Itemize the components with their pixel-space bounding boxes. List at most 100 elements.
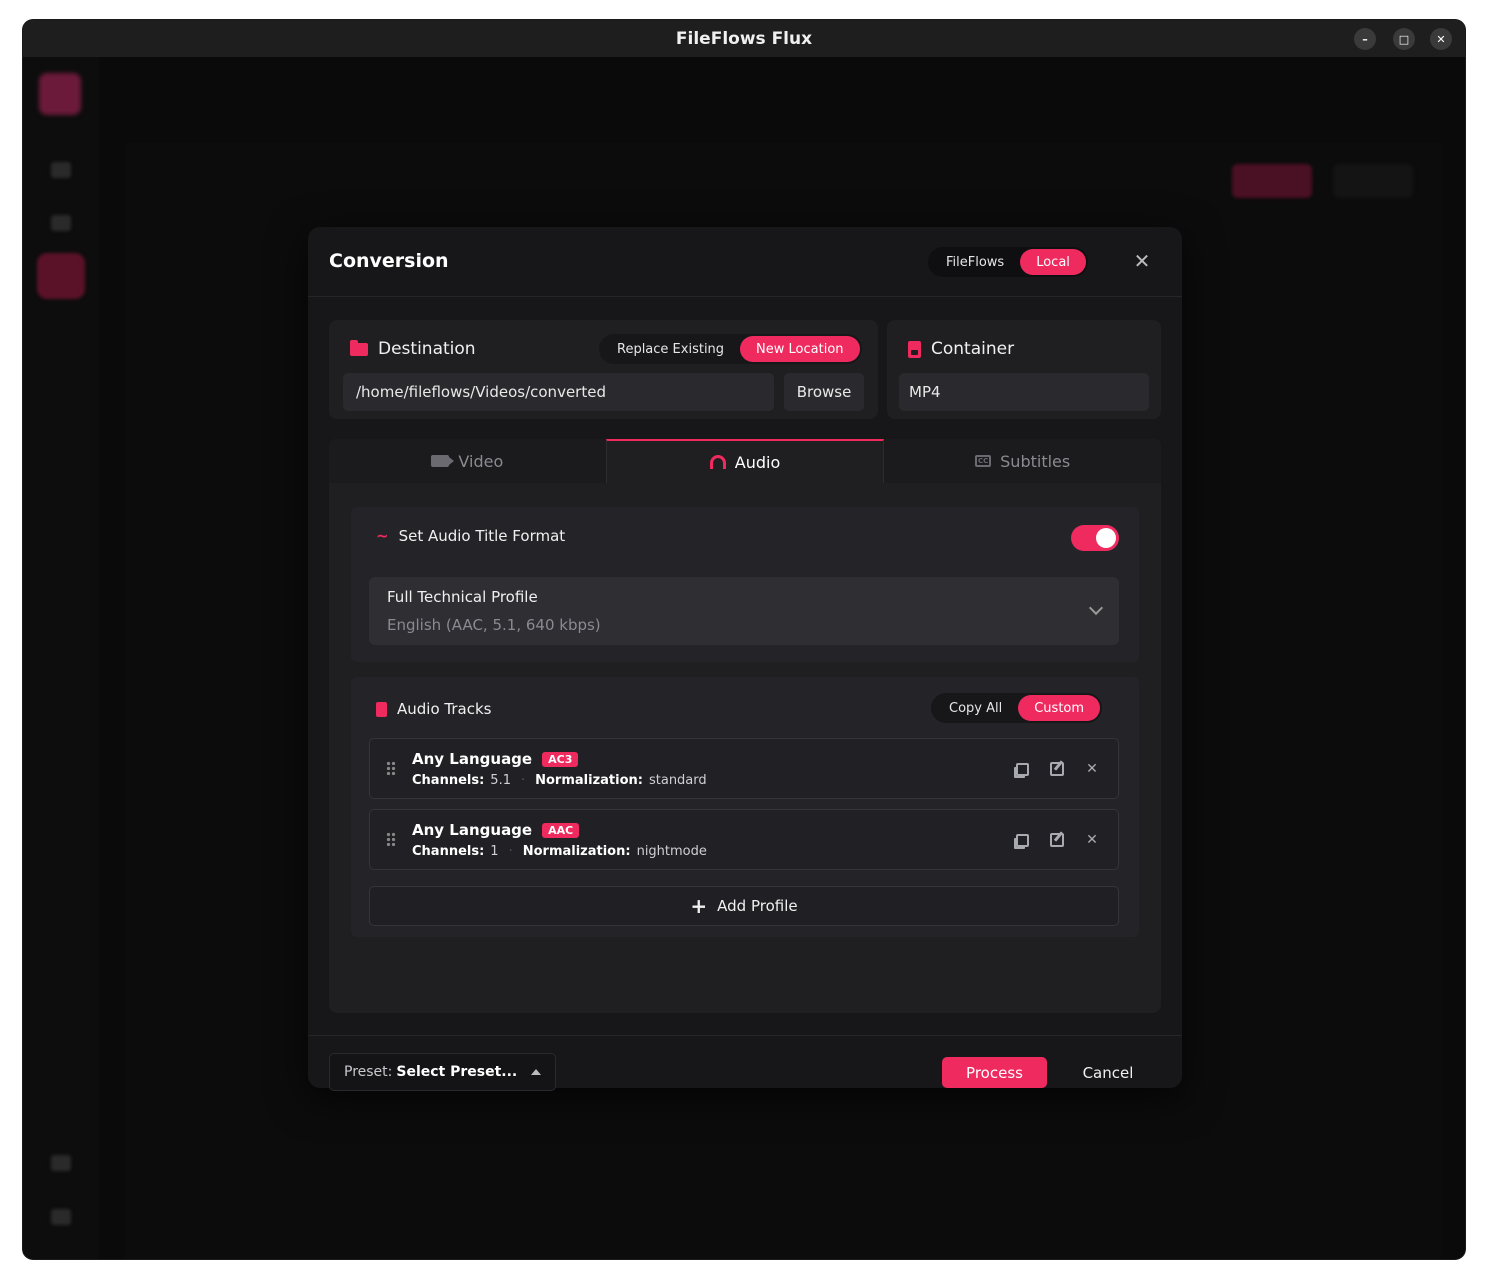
tab-bar: Video Audio CC Subtitles: [329, 439, 1161, 483]
window-title: FileFlows Flux: [675, 28, 813, 49]
browse-button[interactable]: Browse: [784, 373, 864, 411]
preset-value: Select Preset...: [396, 1064, 518, 1080]
container-header: Container: [908, 339, 1014, 359]
background-nav-icon: [51, 162, 71, 178]
destination-path-input[interactable]: /home/fileflows/Videos/converted: [343, 373, 774, 411]
title-bar: FileFlows Flux – □ ✕: [23, 20, 1465, 57]
plus-icon: +: [690, 894, 708, 918]
tab-video[interactable]: Video: [329, 439, 606, 483]
close-icon[interactable]: ✕: [1131, 249, 1153, 273]
background-add-button: [1232, 164, 1312, 198]
channels-label: Channels:: [412, 844, 485, 859]
custom-option[interactable]: Custom: [1018, 695, 1101, 721]
dialog-footer: Preset: Select Preset... Process Cancel: [308, 1035, 1182, 1091]
container-select[interactable]: MP4: [899, 373, 1149, 411]
add-profile-button[interactable]: + Add Profile: [369, 886, 1119, 926]
tracks-mode-toggle: Copy All Custom: [931, 693, 1103, 723]
channels-value: 5.1: [490, 773, 511, 788]
new-location-option[interactable]: New Location: [740, 336, 860, 362]
separator: ·: [520, 773, 526, 788]
channels-value: 1: [490, 844, 499, 859]
background-cancel-button: [1333, 164, 1413, 198]
normalization-value: nightmode: [636, 844, 707, 859]
process-button[interactable]: Process: [942, 1057, 1047, 1088]
tab-audio[interactable]: Audio: [605, 439, 885, 483]
duplicate-icon[interactable]: [1013, 760, 1031, 778]
title-format-profile: Full Technical Profile: [387, 588, 538, 606]
track-language: Any Language: [412, 750, 533, 768]
separator: ·: [508, 844, 513, 859]
headphones-icon: [709, 455, 726, 469]
cancel-button[interactable]: Cancel: [1068, 1057, 1148, 1088]
caret-up-icon: [531, 1069, 542, 1075]
container-label: Container: [931, 339, 1015, 359]
track-meta: Channels: 1 · Normalization: nightmode: [412, 844, 707, 859]
tab-video-label: Video: [458, 451, 504, 471]
title-format-section: ~ Set Audio Title Format Full Technical …: [351, 507, 1139, 662]
track-language: Any Language: [412, 821, 533, 839]
conversion-dialog: Conversion FileFlows Local ✕ Destination…: [308, 227, 1182, 1091]
app-window: FileFlows Flux – □ ✕ Conversion FileFlow…: [23, 20, 1465, 1259]
background-nav-icon: [51, 1155, 71, 1171]
title-format-header: ~ Set Audio Title Format: [376, 527, 565, 545]
background-nav-icon: [37, 253, 85, 299]
background-sidebar: [23, 57, 99, 1259]
tab-subtitles-label: Subtitles: [1000, 451, 1071, 471]
audio-tab-panel: ~ Set Audio Title Format Full Technical …: [329, 483, 1161, 1013]
dialog-title: Conversion: [329, 250, 449, 272]
audio-tracks-label: Audio Tracks: [397, 700, 492, 718]
mode-local[interactable]: Local: [1020, 249, 1086, 275]
edit-icon[interactable]: [1048, 760, 1066, 778]
destination-label: Destination: [378, 339, 476, 359]
normalization-label: Normalization:: [535, 773, 643, 788]
add-profile-label: Add Profile: [717, 897, 798, 915]
signature-icon: ~: [376, 527, 389, 545]
background-nav-icon: [51, 215, 71, 231]
video-camera-icon: [431, 455, 455, 467]
destination-header: Destination: [350, 339, 476, 359]
copy-all-option[interactable]: Copy All: [933, 695, 1018, 721]
destination-toggle: Replace Existing New Location: [599, 334, 862, 364]
file-icon: [908, 340, 921, 358]
tab-subtitles[interactable]: CC Subtitles: [884, 439, 1161, 483]
drag-handle-icon[interactable]: [386, 761, 396, 775]
container-card: Container MP4: [887, 320, 1161, 419]
list-item[interactable]: Any Language AC3 Channels: 5.1 · Normali…: [369, 738, 1119, 799]
closed-captions-icon: CC: [975, 455, 992, 467]
preset-label: Preset:: [344, 1064, 393, 1080]
chevron-down-icon: [1088, 600, 1104, 616]
list-item[interactable]: Any Language AAC Channels: 1 · Normaliza…: [369, 809, 1119, 870]
replace-existing-option[interactable]: Replace Existing: [601, 336, 740, 362]
codec-badge: AAC: [542, 822, 580, 838]
toggle-knob: [1096, 528, 1116, 548]
title-format-select[interactable]: Full Technical Profile English (AAC, 5.1…: [369, 577, 1119, 645]
background-nav-icon: [51, 1209, 71, 1225]
delete-icon[interactable]: ✕: [1083, 760, 1101, 778]
duplicate-icon[interactable]: [1013, 831, 1031, 849]
minimize-button[interactable]: –: [1354, 28, 1376, 50]
track-meta: Channels: 5.1 · Normalization: standard: [412, 773, 707, 788]
audio-file-icon: [376, 701, 387, 717]
codec-badge: AC3: [542, 751, 579, 767]
mode-toggle: FileFlows Local: [928, 247, 1088, 277]
title-format-preview: English (AAC, 5.1, 640 kbps): [387, 616, 601, 634]
normalization-value: standard: [648, 773, 707, 788]
app-logo: [39, 73, 81, 115]
mode-fileflows[interactable]: FileFlows: [930, 249, 1020, 275]
track-title: Any Language AC3: [412, 750, 579, 768]
delete-icon[interactable]: ✕: [1083, 831, 1101, 849]
title-format-toggle[interactable]: [1071, 525, 1119, 551]
dialog-header: Conversion FileFlows Local ✕: [308, 227, 1182, 297]
drag-handle-icon[interactable]: [386, 832, 396, 846]
audio-tracks-header: Audio Tracks: [376, 700, 491, 718]
edit-icon[interactable]: [1048, 831, 1066, 849]
title-format-label: Set Audio Title Format: [398, 527, 566, 545]
normalization-label: Normalization:: [522, 844, 631, 859]
preset-select[interactable]: Preset: Select Preset...: [329, 1053, 557, 1091]
tab-audio-label: Audio: [734, 452, 781, 472]
maximize-button[interactable]: □: [1393, 28, 1415, 50]
folder-icon: [350, 339, 368, 356]
close-window-button[interactable]: ✕: [1430, 28, 1452, 50]
destination-card: Destination Replace Existing New Locatio…: [329, 320, 878, 419]
channels-label: Channels:: [412, 773, 485, 788]
